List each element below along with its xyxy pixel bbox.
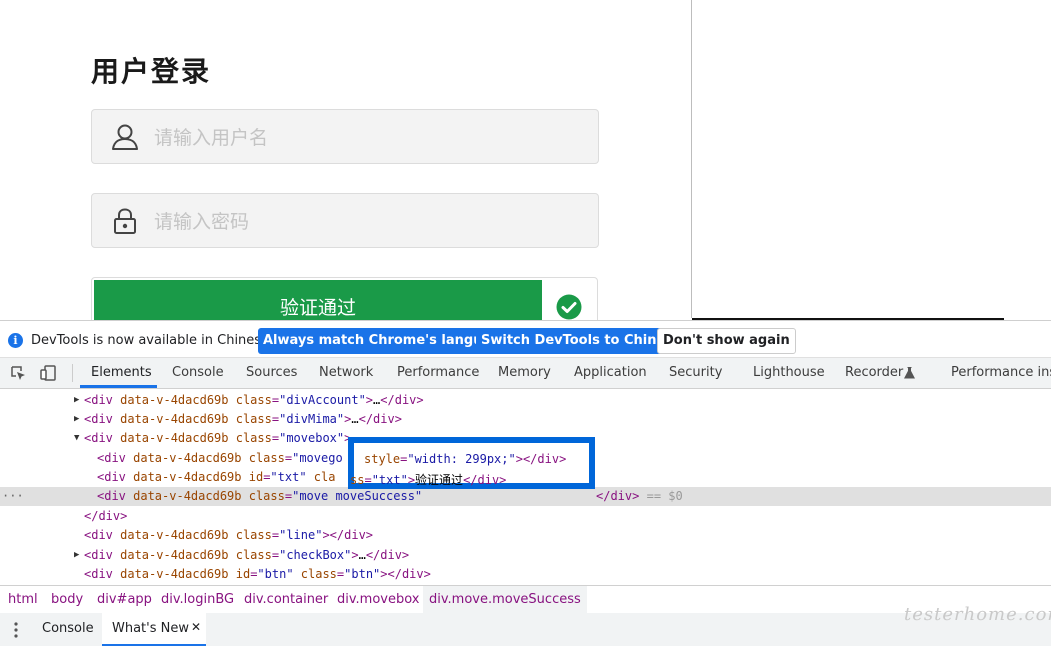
dom-node-move-success[interactable]: ··· <div data-v-4dacd69b class="move mov… [0, 487, 1051, 506]
crumb-div-container[interactable]: div.container [244, 592, 328, 607]
check-circle-icon [556, 294, 582, 320]
devtools-tabbar: Elements Console Sources Network Perform… [0, 358, 1051, 389]
dom-node-divmima[interactable]: ▶ <div data-v-4dacd69b class="divMima">…… [0, 410, 1051, 429]
infobar-message: DevTools is now available in Chinese! [31, 333, 275, 348]
password-field[interactable] [91, 193, 599, 248]
annotation-highlight-box: style="width: 299px;"></div> ss="txt">验证… [348, 437, 595, 489]
info-icon: i [8, 333, 23, 348]
close-icon[interactable]: ✕ [191, 620, 201, 634]
crumb-div-app[interactable]: div#app [97, 592, 152, 607]
login-page: 用户登录 验证通过 [0, 0, 1051, 337]
user-icon [112, 124, 138, 150]
drawer-tab-whats-new[interactable]: What's New ✕ [102, 613, 206, 646]
tab-network[interactable]: Network [319, 365, 373, 380]
tab-recorder[interactable]: Recorder [845, 365, 903, 380]
toolbar-separator [72, 364, 73, 382]
crumb-div-move-success[interactable]: div.move.moveSuccess [423, 586, 587, 613]
page-divider [691, 0, 692, 318]
crumb-body[interactable]: body [51, 592, 83, 607]
username-field[interactable] [91, 109, 599, 164]
login-title: 用户登录 [91, 55, 212, 88]
tab-console[interactable]: Console [172, 365, 224, 380]
device-toolbar-icon[interactable] [40, 365, 56, 381]
breadcrumb: html body div#app div.loginBG div.contai… [0, 585, 1051, 614]
more-options-icon[interactable]: ··· [2, 487, 24, 506]
drawer-tab-whats-new-label: What's New [112, 621, 189, 636]
dom-node-checkbox[interactable]: ▶ <div data-v-4dacd69b class="checkBox">… [0, 546, 1051, 565]
tab-application[interactable]: Application [574, 365, 647, 380]
tab-security[interactable]: Security [669, 365, 722, 380]
flask-icon [904, 367, 915, 379]
inspect-element-icon[interactable] [10, 365, 26, 381]
expand-triangle-icon[interactable]: ▶ [74, 410, 79, 429]
tab-elements[interactable]: Elements [91, 365, 152, 380]
password-input[interactable] [152, 206, 576, 238]
devtools-drawer: Console What's New ✕ [0, 613, 1051, 646]
username-input[interactable] [152, 122, 576, 154]
dom-node-btn[interactable]: <div data-v-4dacd69b id="btn" class="btn… [0, 565, 1051, 584]
tab-lighthouse[interactable]: Lighthouse [753, 365, 825, 380]
lock-icon [114, 208, 136, 234]
drawer-menu-icon[interactable] [14, 621, 18, 639]
active-tab-indicator [80, 385, 157, 388]
dom-node-close-div[interactable]: </div> [0, 507, 1051, 526]
dont-show-again-button[interactable]: Don't show again [657, 328, 796, 354]
dom-node-line[interactable]: <div data-v-4dacd69b class="line"></div> [0, 526, 1051, 545]
highlight-style-line: style="width: 299px;"></div> [364, 452, 567, 466]
tab-performance-insights[interactable]: Performance insi [951, 365, 1051, 380]
dom-node-divaccount[interactable]: ▶ <div data-v-4dacd69b class="divAccount… [0, 391, 1051, 410]
drawer-tab-console[interactable]: Console [42, 621, 94, 636]
crumb-div-loginbg[interactable]: div.loginBG [161, 592, 234, 607]
crumb-html[interactable]: html [8, 592, 38, 607]
tab-performance[interactable]: Performance [397, 365, 479, 380]
collapse-triangle-icon[interactable]: ▼ [74, 429, 79, 448]
expand-triangle-icon[interactable]: ▶ [74, 546, 79, 565]
language-infobar: i DevTools is now available in Chinese! … [0, 323, 1051, 358]
highlight-txt-line: ss="txt">验证通过</div> [350, 473, 507, 487]
tab-memory[interactable]: Memory [498, 365, 551, 380]
expand-triangle-icon[interactable]: ▶ [74, 391, 79, 410]
crumb-div-movebox[interactable]: div.movebox [337, 592, 420, 607]
watermark: testerhome.com [904, 604, 1051, 625]
switch-to-chinese-button[interactable]: Switch DevTools to Chinese [476, 328, 687, 354]
tab-sources[interactable]: Sources [246, 365, 297, 380]
